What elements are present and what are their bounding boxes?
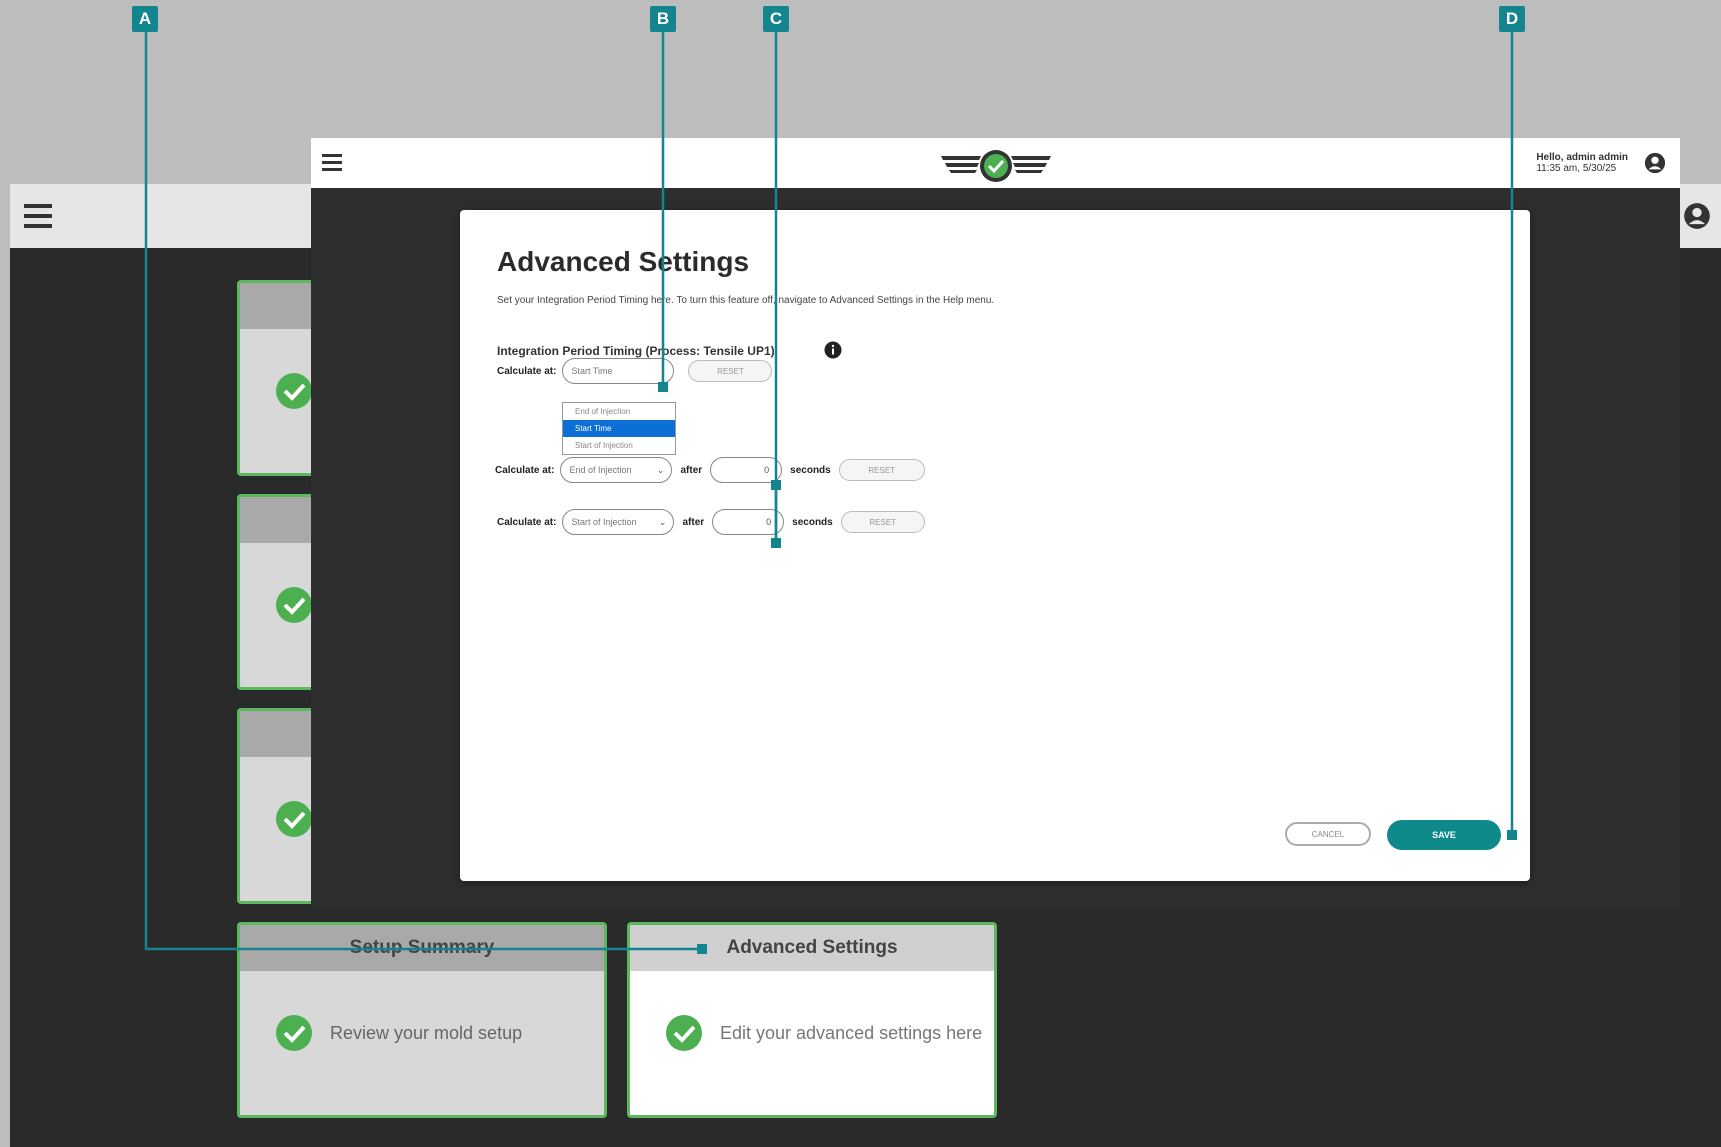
callout-label-d: D: [1499, 6, 1525, 32]
callout-lines: [144, 32, 1517, 954]
callout-label-b: B: [650, 6, 676, 32]
callout-label-a: A: [132, 6, 158, 32]
callout-label-c: C: [763, 6, 789, 32]
